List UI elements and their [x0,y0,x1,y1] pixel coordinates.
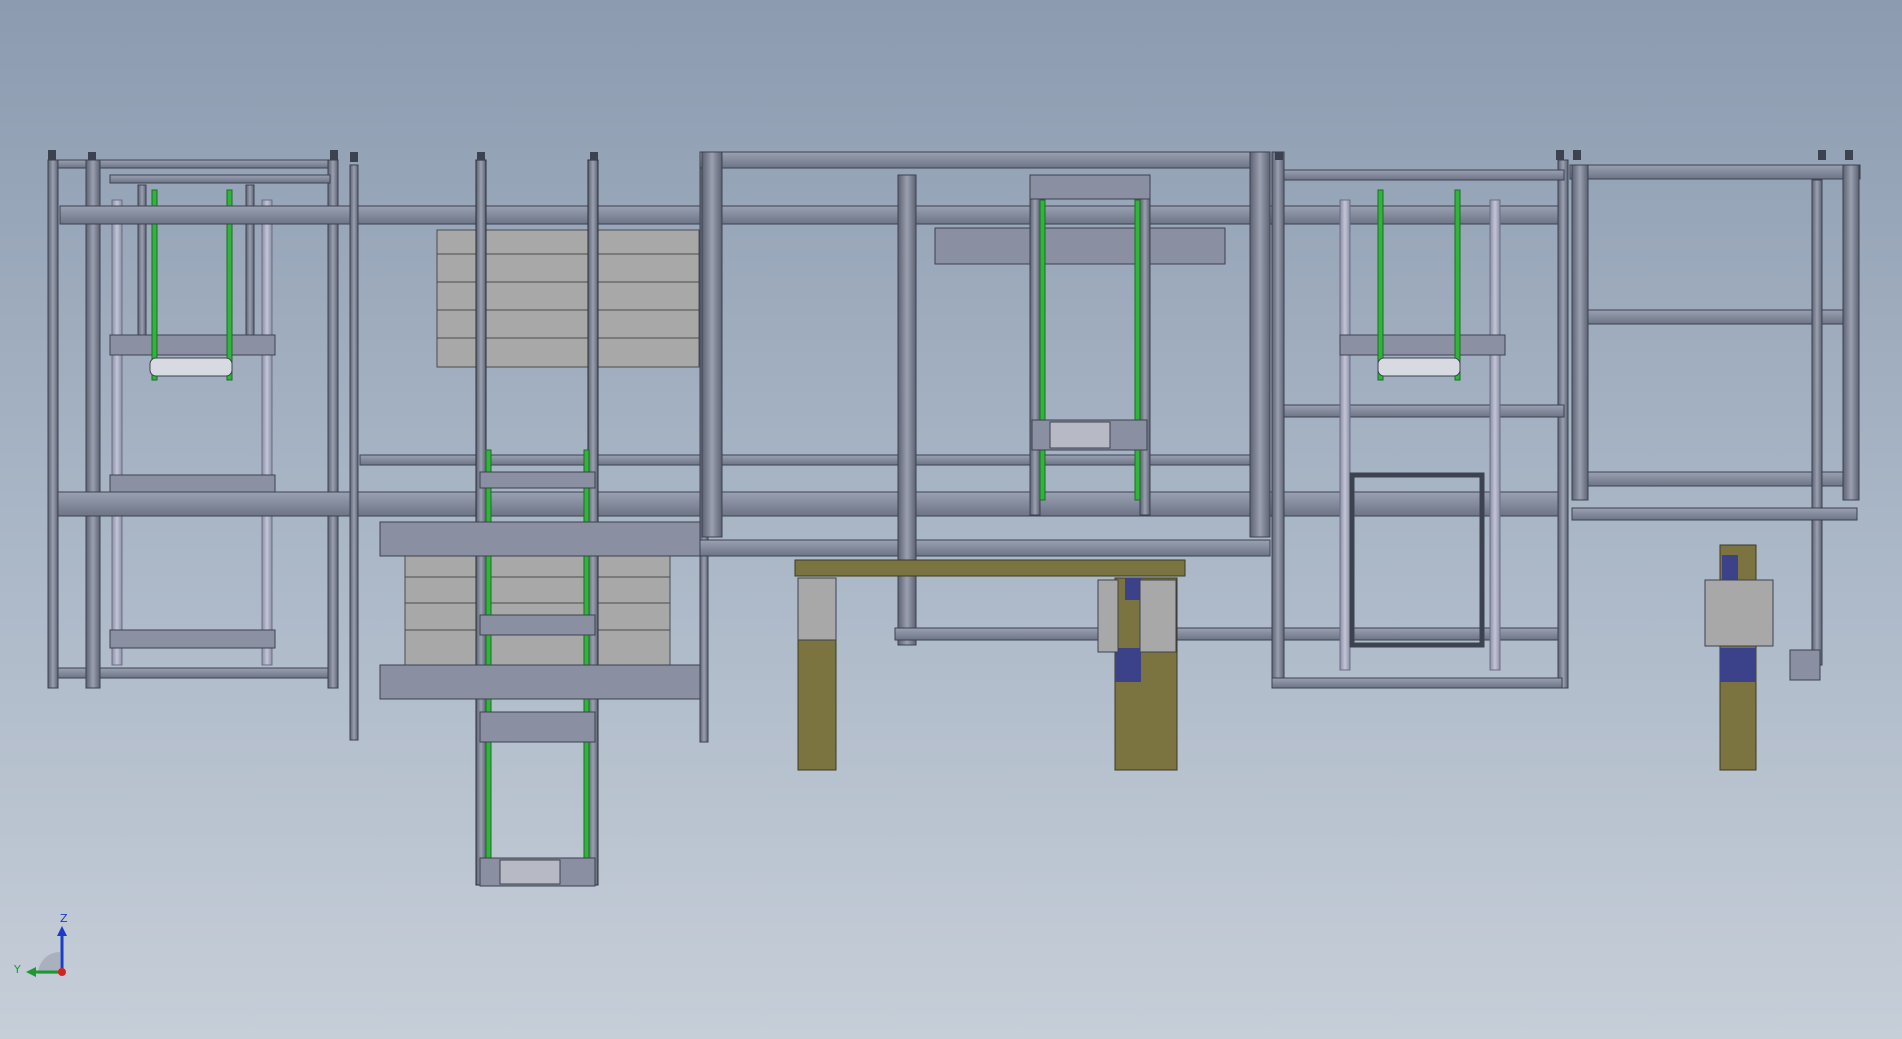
left-lower-tray [109,629,276,649]
right-guide-rod-2 [1489,199,1501,671]
right-guide-rod-1 [1339,199,1351,671]
lift-left-head [479,471,596,489]
right-frame-bottom-rail [1271,677,1563,689]
far-right-top-rail [1569,164,1861,180]
center-carriage-head [934,227,1226,265]
right-frame-post-left [1271,151,1285,688]
far-right-base-rail [1571,507,1858,521]
right-carriage [1339,334,1506,356]
triad-z-label: Z [60,912,68,925]
left-module-frame[interactable] [47,159,339,689]
center-module-frame[interactable] [699,151,1561,646]
center-top-beam [699,151,1271,169]
cad-assembly-model[interactable] [0,0,1902,1039]
right-belt-a [1377,189,1384,381]
lift-left-crossbar-bottom [379,664,701,700]
far-right-post-b [1842,164,1860,501]
center-base-beam [699,539,1271,557]
graphics-viewport[interactable]: Z Y [0,0,1902,1039]
center-table-top [794,559,1186,577]
far-right-shelf-2 [1587,471,1844,487]
right-gripper [1377,357,1461,377]
left-gripper [149,357,233,377]
linear-actuator-2[interactable] [1097,577,1178,771]
right-module-frame[interactable] [1271,151,1569,689]
linear-actuator-1[interactable] [797,577,837,771]
center-lift-post-b [1139,174,1151,516]
center-lift-post-a [1029,174,1041,516]
left-frame-post-right [327,159,339,689]
right-frame-top-rail [1283,169,1565,181]
center-top-block [1029,174,1151,200]
upper-long-rail [59,205,1561,225]
center-post-right [1249,151,1271,538]
right-frame-mid-rail [1283,404,1565,418]
center-belt-b [1134,199,1141,501]
triad-y-label: Y [14,963,21,976]
left-guide-rod-2 [261,199,273,666]
lift-left-crossbar-top [379,521,701,557]
left-guide-rod-1 [111,199,123,666]
view-orientation-triad-icon[interactable]: Z Y [10,912,80,982]
left-frame-carriage [109,334,276,356]
left-frame-post-outer [47,159,59,689]
lift-left-crossbar-mid [479,614,596,636]
lower-long-rail [57,491,1559,517]
center-belt-a [1039,199,1046,501]
left-frame-mid-bar [109,174,331,184]
lower-long-rail-top [359,454,1261,466]
center-base-rail [894,627,1561,641]
main-long-rails[interactable] [57,205,1561,517]
right-frame-post-mid [1557,159,1569,689]
right-belt-b [1454,189,1461,381]
lift-left-post-c [349,164,359,741]
far-right-post-a [1571,164,1589,501]
panel-stack-lower [404,554,671,666]
linear-actuator-3[interactable] [1704,544,1774,771]
far-right-foot-block [1789,649,1821,681]
far-right-shelf-1 [1587,309,1844,325]
center-motor-body [1049,421,1111,449]
left-frame-post-inner [85,159,101,689]
far-right-post-c [1811,179,1823,666]
center-post-left [701,151,723,538]
lift-left-motor-upper [479,711,596,743]
lift-left-motor-body [499,859,561,885]
